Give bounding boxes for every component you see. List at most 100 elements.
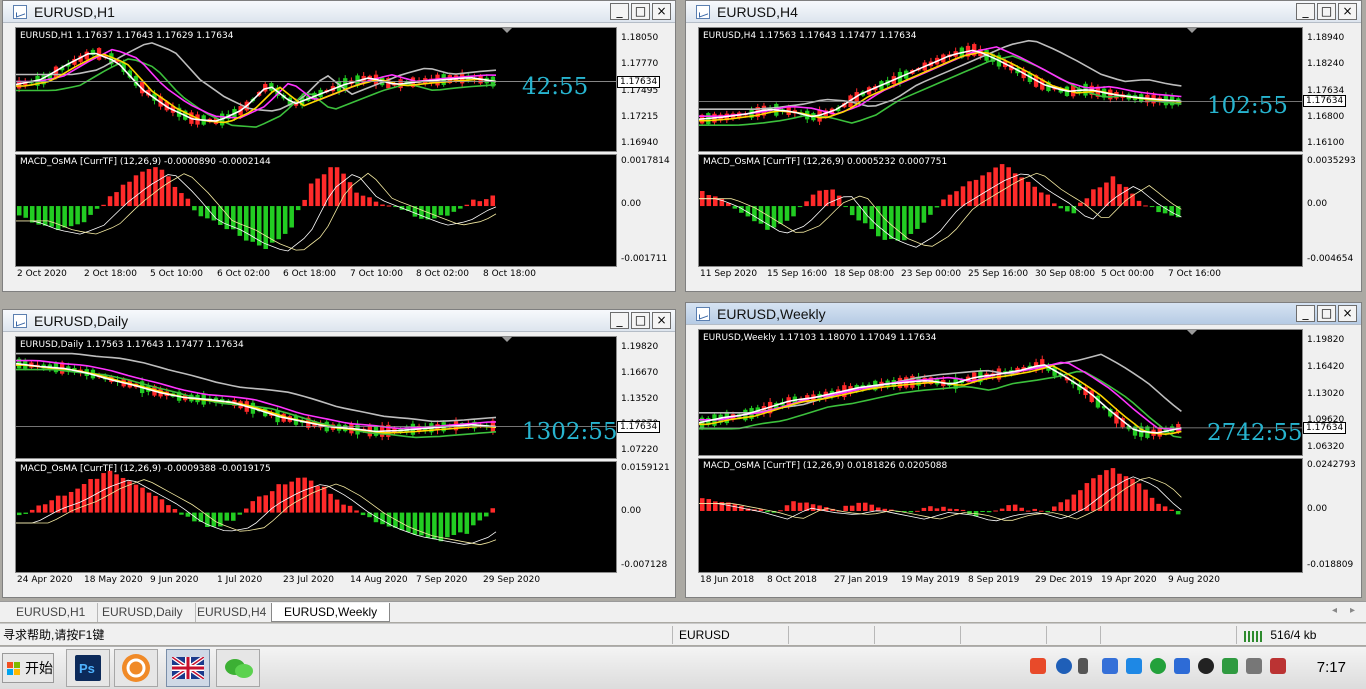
shield-tray-icon[interactable] xyxy=(1174,658,1190,674)
help-tray-icon[interactable] xyxy=(1056,658,1072,674)
osma-histogram-bar xyxy=(895,206,901,241)
osma-histogram-bar xyxy=(1091,478,1096,511)
time-axis-weekly[interactable]: 18 Jun 2018 8 Oct 2018 27 Jan 2019 19 May 2… xyxy=(698,574,1303,588)
chart-titlebar-h4[interactable]: EURUSD,H4 _ □ × xyxy=(686,1,1361,23)
tab-eurusd-weekly[interactable]: EURUSD,Weekly xyxy=(271,603,391,622)
close-button[interactable]: × xyxy=(652,312,671,329)
osma-histogram-bar xyxy=(882,206,888,240)
osma-histogram-bar xyxy=(347,505,353,513)
tray-expand-icon[interactable] xyxy=(1078,658,1088,674)
moving-average-line xyxy=(699,49,1182,120)
status-cell-5 xyxy=(1046,626,1100,644)
time-axis-label: 1 Jul 2020 xyxy=(217,575,263,585)
macd-osma-panel-h1[interactable]: MACD_OsMA [CurrTF] (12,26,9) -0.0000890 … xyxy=(15,154,617,267)
minimize-button[interactable]: _ xyxy=(610,3,629,20)
chart-titlebar-daily[interactable]: EURUSD,Daily _ □ × xyxy=(3,310,675,332)
maximize-button[interactable]: □ xyxy=(1317,305,1336,322)
price-scale-weekly[interactable]: 1.19820 1.16420 1.13020 1.09620 1.06320 1.176… xyxy=(1303,329,1363,456)
price-scale-daily[interactable]: 1.198201.166701.135201.103701.072201.176… xyxy=(617,336,677,459)
time-axis-daily[interactable]: 24 Apr 2020 18 May 2020 9 Jun 2020 1 Jul 20… xyxy=(15,574,617,588)
minimize-button[interactable]: _ xyxy=(1296,3,1315,20)
osma-histogram-bar xyxy=(1143,489,1148,511)
price-level-label: 1.16940 xyxy=(621,138,659,148)
minimize-button[interactable]: _ xyxy=(1296,305,1315,322)
maximize-button[interactable]: □ xyxy=(1317,3,1336,20)
osma-histogram-bar xyxy=(1149,497,1155,511)
security-tray-icon[interactable] xyxy=(1150,658,1166,674)
close-button[interactable]: × xyxy=(652,3,671,20)
status-tray-icon[interactable] xyxy=(1222,658,1238,674)
time-axis-label: 24 Apr 2020 xyxy=(17,575,73,585)
maximize-button[interactable]: □ xyxy=(631,3,650,20)
price-chart-weekly[interactable]: EURUSD,Weekly 1.17103 1.18070 1.17049 1.… xyxy=(698,329,1303,456)
osma-histogram-bar xyxy=(477,512,483,521)
speaker-tray-icon[interactable] xyxy=(1246,658,1262,674)
macd-osma-panel-h4[interactable]: MACD_OsMA [CurrTF] (12,26,9) 0.0005232 0… xyxy=(698,154,1303,267)
macd-osma-panel-weekly[interactable]: MACD_OsMA [CurrTF] (12,26,9) 0.0181826 0… xyxy=(698,458,1303,573)
time-axis-label: 7 Sep 2020 xyxy=(416,575,468,585)
mute-tray-icon[interactable] xyxy=(1270,658,1286,674)
price-scale-h4[interactable]: 1.18940 1.18240 1.17634 1.16800 1.16100 1.176… xyxy=(1303,27,1363,152)
macd-osma-panel-daily[interactable]: MACD_OsMA [CurrTF] (12,26,9) -0.0009388 … xyxy=(15,461,617,573)
osma-histogram-bar xyxy=(1006,505,1011,511)
macd-osma-readout: MACD_OsMA [CurrTF] (12,26,9) -0.0009388 … xyxy=(20,464,271,474)
price-level-label: 1.18240 xyxy=(1307,59,1345,69)
macd-scale-weekly: 0.0242793 0.00 -0.018809 xyxy=(1303,458,1363,573)
chart-titlebar-weekly[interactable]: EURUSD,Weekly _ □ × xyxy=(686,303,1361,325)
shift-marker-icon[interactable] xyxy=(1187,28,1197,33)
osma-histogram-bar xyxy=(328,493,333,513)
taskbar-wechat-button[interactable] xyxy=(216,649,260,687)
maximize-button[interactable]: □ xyxy=(631,312,650,329)
qq-tray-icon[interactable] xyxy=(1198,658,1214,674)
minimize-button[interactable]: _ xyxy=(610,312,629,329)
osma-histogram-bar xyxy=(1117,473,1122,511)
osma-histogram-bar xyxy=(29,206,35,223)
osma-histogram-bar xyxy=(1038,510,1044,512)
osma-histogram-bar xyxy=(68,206,74,227)
close-button[interactable]: × xyxy=(1338,305,1357,322)
osma-histogram-bar xyxy=(934,508,940,511)
chart-titlebar-h1[interactable]: EURUSD,H1 _ □ × xyxy=(3,1,675,23)
taskbar-mt4-button[interactable] xyxy=(166,649,210,687)
shift-marker-icon[interactable] xyxy=(502,337,512,342)
price-chart-h4[interactable]: EURUSD,H4 1.17563 1.17643 1.17477 1.1763… xyxy=(698,27,1303,152)
tab-eurusd-daily[interactable]: EURUSD,Daily xyxy=(90,603,196,622)
ohlc-readout: EURUSD,H1 1.17637 1.17643 1.17629 1.1763… xyxy=(20,31,234,41)
window-controls: _ □ × xyxy=(610,312,671,329)
network-tray-icon[interactable] xyxy=(1102,658,1118,674)
price-scale-h1[interactable]: 1.18050 1.17770 1.17495 1.17215 1.16940 1.176… xyxy=(617,27,677,152)
time-axis-h4[interactable]: 11 Sep 2020 15 Sep 16:00 18 Sep 08:00 23 Se… xyxy=(698,268,1303,282)
osma-histogram-bar xyxy=(464,204,470,207)
tab-eurusd-h1[interactable]: EURUSD,H1 xyxy=(4,603,99,622)
shift-marker-icon[interactable] xyxy=(1187,330,1197,335)
input-method-icon[interactable] xyxy=(1030,658,1046,674)
osma-histogram-bar xyxy=(947,194,953,207)
osma-histogram-bar xyxy=(804,201,809,207)
connection-bars-icon xyxy=(1244,630,1262,642)
osma-histogram-bar xyxy=(432,512,437,540)
cloud-tray-icon[interactable] xyxy=(1126,658,1142,674)
osma-histogram-bar xyxy=(120,184,126,207)
time-axis-h1[interactable]: 2 Oct 2020 2 Oct 18:00 5 Oct 10:00 6 Oct 02… xyxy=(15,268,617,282)
osma-histogram-bar xyxy=(1032,186,1038,207)
window-controls: _ □ × xyxy=(610,3,671,20)
price-chart-daily[interactable]: EURUSD,Daily 1.17563 1.17643 1.17477 1.1… xyxy=(15,336,618,459)
osma-histogram-bar xyxy=(244,508,249,513)
osma-histogram-bar xyxy=(68,491,74,513)
close-button[interactable]: × xyxy=(1338,3,1357,20)
osma-histogram-bar xyxy=(810,504,816,511)
tab-scroll-right-icon[interactable]: ▸ xyxy=(1350,605,1355,616)
status-bar: 寻求帮助,请按F1键 EURUSD 516/4 kb xyxy=(0,623,1366,645)
price-chart-h1[interactable]: EURUSD,H1 1.17637 1.17643 1.17629 1.1763… xyxy=(15,27,617,152)
osma-histogram-bar xyxy=(699,498,705,511)
taskbar-photoshop-button[interactable]: Ps xyxy=(66,649,110,687)
osma-histogram-bar xyxy=(1175,510,1181,515)
tab-scroll-left-icon[interactable]: ◂ xyxy=(1332,605,1337,616)
macd-signal-line xyxy=(699,172,1182,247)
shift-marker-icon[interactable] xyxy=(502,28,512,33)
taskbar-browser-button[interactable] xyxy=(114,649,158,687)
osma-histogram-bar xyxy=(869,504,875,511)
tab-eurusd-h4[interactable]: EURUSD,H4 xyxy=(185,603,280,622)
osma-histogram-bar xyxy=(55,206,61,231)
start-button[interactable]: 开始 xyxy=(2,653,54,683)
